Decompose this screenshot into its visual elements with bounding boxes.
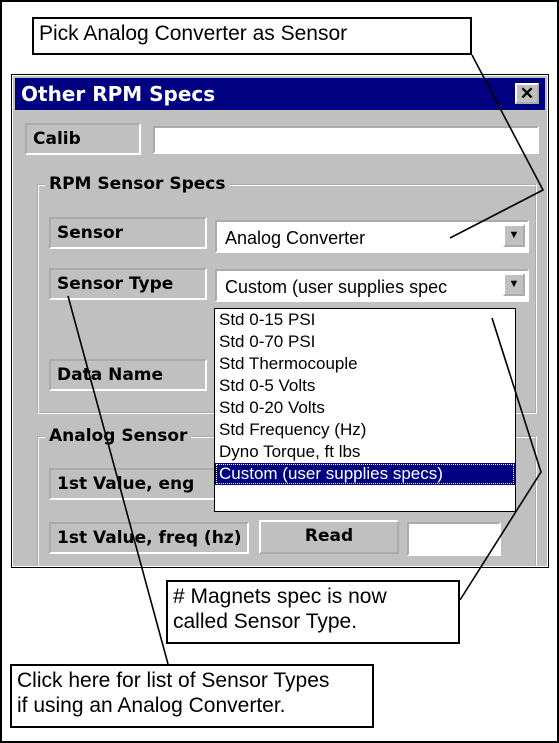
dropdown-item[interactable]: Std Frequency (Hz) [215, 419, 515, 441]
dropdown-item[interactable]: Std 0-5 Volts [215, 375, 515, 397]
first-value-freq-input[interactable] [407, 522, 501, 556]
calib-label: Calib [25, 123, 141, 155]
sensor-type-dropdown-list: Std 0-15 PSI Std 0-70 PSI Std Thermocoup… [214, 308, 516, 512]
calib-input[interactable] [153, 126, 539, 154]
dropdown-item[interactable]: Std 0-70 PSI [215, 331, 515, 353]
first-value-freq-label: 1st Value, freq (hz) [49, 522, 249, 554]
first-value-eng-label: 1st Value, eng [49, 468, 239, 500]
dropdown-item[interactable]: Std Thermocouple [215, 353, 515, 375]
dropdown-item[interactable]: Std 0-15 PSI [215, 309, 515, 331]
analog-sensor-caption: Analog Sensor [45, 426, 192, 446]
sensor-type-select-value: Custom (user supplies spec [225, 277, 448, 297]
sensor-select-value: Analog Converter [225, 228, 366, 248]
title-bar: Other RPM Specs ✕ [15, 78, 545, 110]
dropdown-item-selected[interactable]: Custom (user supplies specs) [215, 463, 515, 485]
dropdown-item[interactable]: Std 0-20 Volts [215, 397, 515, 419]
sensor-type-dropdown-arrow-icon[interactable]: ▼ [503, 273, 525, 296]
data-name-label: Data Name [49, 359, 207, 391]
sensor-type-label: Sensor Type [49, 268, 207, 300]
sensor-select[interactable]: Analog Converter ▼ [215, 220, 529, 253]
callout-magnets-spec: # Magnets spec is now called Sensor Type… [166, 580, 460, 644]
close-button[interactable]: ✕ [515, 83, 539, 104]
read-button[interactable]: Read [259, 520, 399, 554]
sensor-type-select[interactable]: Custom (user supplies spec ▼ [215, 269, 529, 302]
rpm-sensor-specs-caption: RPM Sensor Specs [45, 174, 230, 194]
callout-sensor-types: Click here for list of Sensor Types if u… [10, 664, 374, 728]
sensor-dropdown-arrow-icon[interactable]: ▼ [503, 224, 525, 247]
dropdown-item[interactable]: Dyno Torque, ft lbs [215, 441, 515, 463]
callout-pick-analog: Pick Analog Converter as Sensor [32, 17, 472, 55]
dialog-title: Other RPM Specs [21, 82, 216, 106]
sensor-label: Sensor [49, 217, 207, 249]
